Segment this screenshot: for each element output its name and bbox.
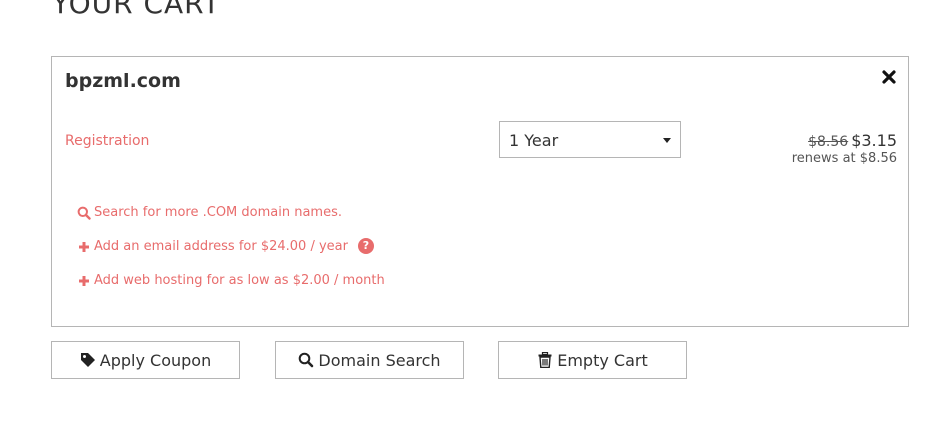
question-icon[interactable]: ?	[358, 238, 374, 254]
registration-term-select[interactable]: 1 Year	[499, 121, 681, 158]
empty-cart-label: Empty Cart	[557, 350, 648, 370]
trash-icon	[537, 351, 553, 369]
tag-icon	[80, 352, 96, 368]
domain-name: bpzml.com	[65, 70, 181, 92]
original-price: $8.56	[808, 134, 849, 150]
addon-search-more-domains[interactable]: Search for more .COM domain names.	[77, 205, 342, 220]
plus-icon	[77, 240, 91, 254]
domain-search-button[interactable]: Domain Search	[275, 341, 464, 379]
registration-label: Registration	[65, 133, 150, 149]
addon-email[interactable]: Add an email address for $24.00 / year	[77, 239, 348, 254]
empty-cart-button[interactable]: Empty Cart	[498, 341, 687, 379]
search-icon	[298, 352, 314, 368]
addon-label: Search for more .COM domain names.	[94, 205, 342, 220]
renewal-price: renews at $8.56	[791, 151, 897, 166]
search-icon	[77, 206, 91, 220]
apply-coupon-button[interactable]: Apply Coupon	[51, 341, 240, 379]
addon-label: Add an email address for $24.00 / year	[94, 239, 348, 254]
addon-label: Add web hosting for as low as $2.00 / mo…	[94, 273, 385, 288]
domain-search-label: Domain Search	[318, 350, 441, 370]
term-selected-value: 1 Year	[509, 131, 559, 150]
close-icon[interactable]	[881, 69, 897, 85]
apply-coupon-label: Apply Coupon	[99, 350, 212, 370]
plus-icon	[77, 274, 91, 288]
current-price: $3.15	[851, 131, 897, 150]
cart-item-panel: bpzml.com Registration 1 Year $8.56 $3.15…	[51, 56, 909, 327]
page-title: YOUR CART	[52, 0, 221, 20]
caret-down-icon	[663, 138, 671, 143]
price-block: $8.56 $3.15 renews at $8.56	[791, 131, 897, 167]
addon-web-hosting[interactable]: Add web hosting for as low as $2.00 / mo…	[77, 273, 385, 288]
